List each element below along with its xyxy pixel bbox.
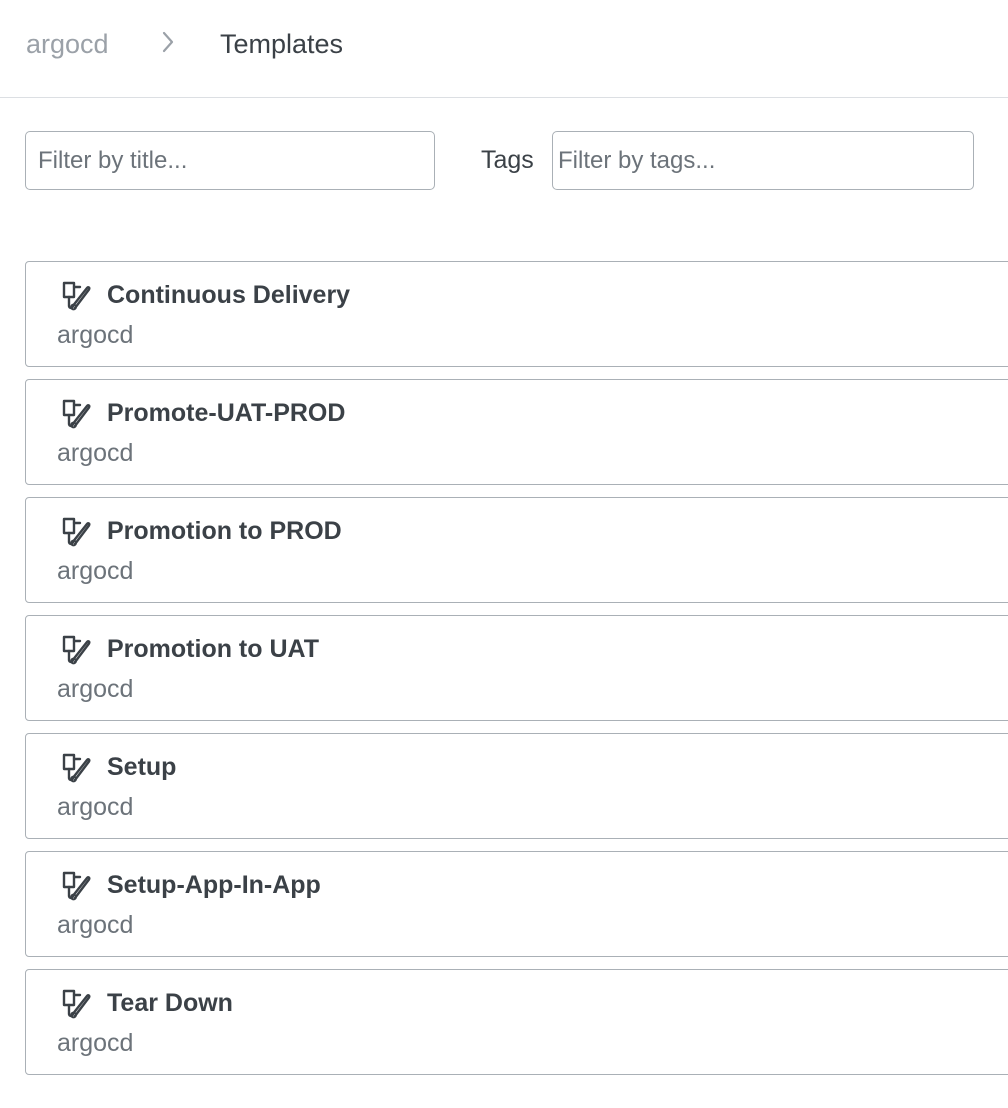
template-icon bbox=[62, 281, 91, 311]
template-card[interactable]: Setup-App-In-App argocd bbox=[25, 851, 1008, 957]
template-card[interactable]: Promotion to PROD argocd bbox=[25, 497, 1008, 603]
tags-label: Tags bbox=[481, 146, 534, 174]
template-card[interactable]: Tear Down argocd bbox=[25, 969, 1008, 1075]
template-icon bbox=[62, 517, 91, 547]
chevron-right-icon bbox=[162, 31, 174, 53]
template-namespace: argocd bbox=[57, 793, 134, 821]
template-title: Tear Down bbox=[107, 989, 233, 1017]
template-card[interactable]: Promote-UAT-PROD argocd bbox=[25, 379, 1008, 485]
template-title: Promote-UAT-PROD bbox=[107, 399, 346, 427]
template-icon bbox=[62, 635, 91, 665]
template-card[interactable]: Promotion to UAT argocd bbox=[25, 615, 1008, 721]
template-list: Continuous Delivery argocd Promote-UAT-P… bbox=[25, 261, 1008, 1087]
template-card[interactable]: Continuous Delivery argocd bbox=[25, 261, 1008, 367]
template-title: Setup-App-In-App bbox=[107, 871, 321, 899]
template-namespace: argocd bbox=[57, 439, 134, 467]
template-card[interactable]: Setup argocd bbox=[25, 733, 1008, 839]
title-filter-input[interactable] bbox=[25, 131, 435, 190]
page-header: argocd Templates bbox=[0, 0, 1008, 98]
breadcrumb-current: Templates bbox=[220, 29, 344, 59]
template-namespace: argocd bbox=[57, 321, 134, 349]
template-icon bbox=[62, 753, 91, 783]
template-title: Promotion to UAT bbox=[107, 635, 319, 663]
template-icon bbox=[62, 989, 91, 1019]
template-namespace: argocd bbox=[57, 1029, 134, 1057]
template-icon bbox=[62, 871, 91, 901]
tags-filter-input[interactable] bbox=[552, 131, 974, 190]
breadcrumb-root[interactable]: argocd bbox=[26, 28, 109, 60]
template-icon bbox=[62, 399, 91, 429]
template-namespace: argocd bbox=[57, 911, 134, 939]
template-title: Promotion to PROD bbox=[107, 517, 342, 545]
template-namespace: argocd bbox=[57, 557, 134, 585]
template-title: Setup bbox=[107, 753, 177, 781]
template-namespace: argocd bbox=[57, 675, 134, 703]
template-title: Continuous Delivery bbox=[107, 281, 351, 309]
